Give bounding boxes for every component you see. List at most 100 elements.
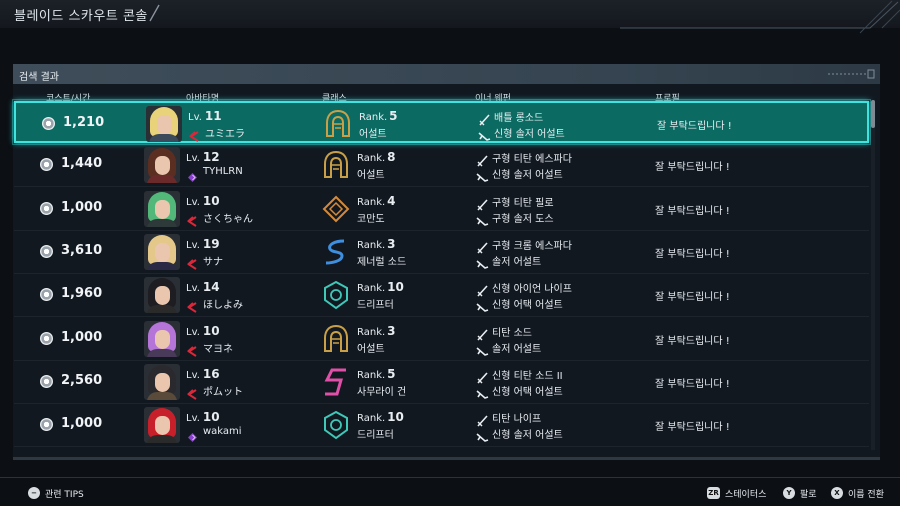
cost-value: 1,960: [61, 286, 103, 302]
status-label: 스테이터스: [725, 489, 767, 500]
red-chevron-icon: [189, 127, 200, 142]
level-label: Lv. 19: [186, 237, 220, 251]
cost-value: 2,560: [61, 372, 103, 388]
assault-icon: [324, 109, 352, 139]
panel-title: 검색 결과: [19, 72, 59, 83]
table-row[interactable]: 2,560 Lv. 16 ポムット Rank. 5 사무라이 건 신형 티탄 소드 II 신형 …: [14, 361, 869, 404]
panel-header-decoration-icon: [828, 69, 875, 79]
table-row[interactable]: 1,000 Lv. 10 さくちゃん Rank. 4 코만도 구형 티탄 필로 구형 솔저 도스…: [14, 188, 869, 231]
profile-text: 잘 부탁드립니다 !: [655, 335, 730, 347]
table-row[interactable]: 1,960 Lv. 14 ほしよみ Rank. 10 드리프터 신형 아이언 나이프 신형 어택…: [14, 274, 869, 318]
profile-text: 잘 부탁드립니다 !: [655, 205, 730, 217]
avatar-body: [147, 348, 177, 357]
red-chevron-icon: [187, 255, 198, 270]
weapon-primary: 구형 티탄 에스파다: [492, 154, 572, 166]
class-name: 어설트: [359, 129, 387, 140]
red-chevron-icon: [187, 385, 198, 400]
avatar-name: マヨネ: [203, 343, 233, 355]
level-prefix: Lv.: [186, 153, 200, 165]
weapon-secondary: 솔저 어설트: [492, 256, 542, 268]
coin-icon: [40, 158, 53, 172]
follow-button[interactable]: Y 팔로: [783, 486, 817, 500]
weapon-secondary: 구형 솔저 도스: [492, 213, 554, 225]
level-label: Lv. 16: [186, 367, 220, 381]
coin-icon: [42, 117, 55, 130]
rank-label: Rank. 3: [357, 237, 396, 251]
rank-prefix: Rank.: [359, 112, 388, 123]
table-row[interactable]: 3,610 Lv. 19 サナ Rank. 3 제너럴 소드 구형 크롬 에스파다 솔저 어설트…: [14, 231, 869, 274]
scrollbar-thumb[interactable]: [871, 100, 875, 128]
level-prefix: Lv.: [186, 326, 200, 338]
avatar-body: [147, 305, 177, 314]
samurai-gun-icon: [322, 367, 350, 397]
tips-button[interactable]: − 관련 TIPS: [28, 486, 84, 500]
drifter-icon: [322, 410, 350, 440]
weapon-primary: 배틀 롱소드: [494, 113, 544, 124]
level-value: 10: [202, 410, 220, 425]
table-row[interactable]: 1,000 Lv. 10 wakami Rank. 10 드리프터 티탄 나이프 신형 솔저 어…: [14, 404, 869, 448]
sword-icon: [476, 412, 489, 427]
weapon-secondary: 신형 솔저 어설트: [492, 170, 563, 182]
coin-icon: [40, 331, 53, 345]
rank-value: 10: [387, 280, 404, 295]
gun-icon: [476, 428, 489, 442]
avatar: [144, 277, 180, 314]
avatar: [146, 106, 182, 142]
zr-button-icon: ZR: [707, 487, 720, 499]
gun-icon: [476, 255, 489, 269]
rank-label: Rank. 4: [357, 194, 396, 208]
avatar-body: [147, 435, 177, 444]
cost-value: 1,210: [63, 115, 105, 130]
assault-icon: [322, 150, 350, 180]
rank-value: 5: [387, 366, 396, 381]
avatar-name: ユミエラ: [205, 129, 245, 140]
avatar-face: [155, 286, 170, 306]
cost-value: 1,000: [61, 199, 103, 215]
avatar-name: TYHLRN: [203, 166, 243, 178]
rank-label: Rank. 8: [357, 150, 396, 164]
avatar-face: [155, 372, 170, 392]
weapon-secondary: 신형 어택 어설트: [492, 300, 563, 312]
level-prefix: Lv.: [186, 413, 200, 425]
rank-prefix: Rank.: [357, 369, 386, 381]
rank-prefix: Rank.: [357, 283, 386, 295]
rank-label: Rank. 5: [357, 367, 396, 381]
level-prefix: Lv.: [186, 283, 200, 295]
weapon-secondary: 신형 솔저 어설트: [494, 129, 565, 140]
table-row[interactable]: 1,440 Lv. 12 TYHLRN Rank. 8 어설트 구형 티탄 에스파다 신형 솔저…: [14, 144, 869, 188]
table-row[interactable]: 1,000 Lv. 10 マヨネ Rank. 3 어설트 티탄 소드 솔저 어설트 잘 부탁드립니…: [14, 318, 869, 361]
rank-value: 4: [387, 193, 396, 208]
cost-value: 1,000: [61, 416, 103, 432]
coin-icon: [40, 374, 53, 388]
sword-icon: [476, 326, 489, 341]
level-prefix: Lv.: [186, 239, 200, 251]
profile-text: 잘 부탁드립니다 !: [657, 121, 732, 132]
table-row[interactable]: 1,210 Lv. 11 ユミエラ Rank. 5 어설트 배틀 롱소드 신형 솔저 어설트 잘 …: [12, 99, 871, 145]
weapon-primary: 티탄 소드: [492, 327, 532, 339]
scrollbar-track[interactable]: [871, 100, 875, 450]
class-name: 제너럴 소드: [357, 256, 407, 268]
level-label: Lv. 11: [188, 109, 222, 123]
profile-text: 잘 부탁드립니다 !: [655, 378, 730, 390]
avatar-name: サナ: [203, 256, 223, 268]
status-button[interactable]: ZR 스테이터스: [707, 486, 766, 500]
purple-gem-icon: [187, 168, 198, 183]
weapon-primary: 티탄 나이프: [492, 414, 542, 426]
gun-icon: [476, 298, 489, 313]
follow-label: 팔로: [800, 489, 817, 500]
profile-text: 잘 부탁드립니다 !: [655, 422, 730, 434]
avatar-body: [149, 134, 179, 142]
gun-icon: [478, 127, 491, 141]
level-label: Lv. 10: [186, 194, 220, 208]
sword-icon: [476, 239, 489, 254]
avatar-face: [155, 156, 170, 176]
commando-icon: [322, 194, 350, 224]
rank-value: 10: [387, 410, 404, 425]
gun-icon: [476, 342, 489, 356]
avatar-name: さくちゃん: [203, 213, 253, 225]
gun-icon: [476, 168, 489, 183]
avatar-face: [155, 329, 170, 349]
weapon-secondary: 신형 어택 어설트: [492, 386, 563, 398]
name-switch-button[interactable]: X 이름 전환: [831, 486, 884, 500]
avatar-name: ポムット: [203, 386, 243, 398]
